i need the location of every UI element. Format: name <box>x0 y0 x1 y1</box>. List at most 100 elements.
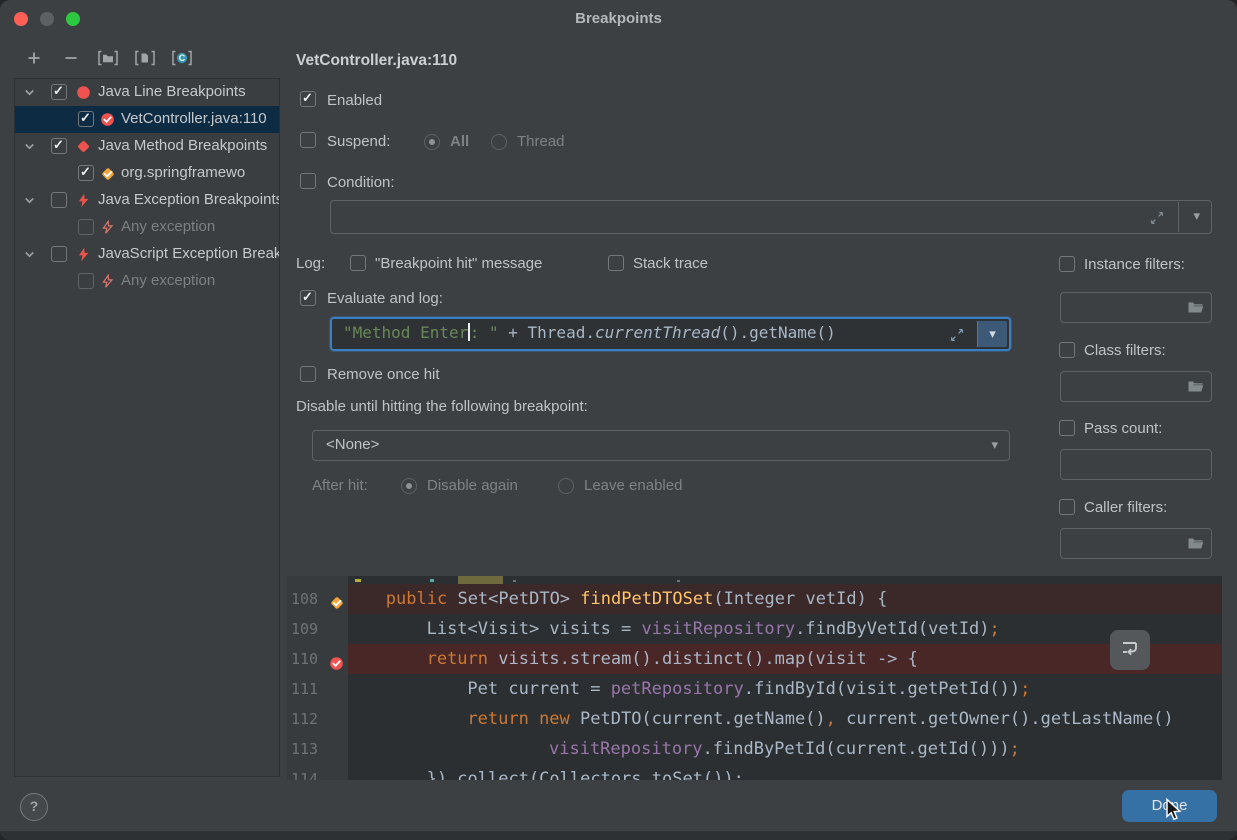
tree-item-checkbox[interactable] <box>51 138 67 154</box>
tree-item[interactable]: Any exception <box>15 268 279 295</box>
expand-editor-icon[interactable] <box>1149 210 1165 230</box>
instance-filters-label: Instance filters: <box>1084 256 1185 273</box>
after-hit-label: After hit: <box>312 477 368 494</box>
tree-item[interactable]: Java Exception Breakpoints <box>15 187 279 214</box>
suspend-thread-radio[interactable] <box>491 134 507 150</box>
class-filters-label: Class filters: <box>1084 342 1166 359</box>
enabled-checkbox[interactable] <box>300 91 316 107</box>
tree-item-label: Any exception <box>121 272 215 289</box>
code-line: 108public Set<PetDTO> findPetDTOSet(Inte… <box>287 584 1222 614</box>
breakpoints-tree[interactable]: Java Line BreakpointsVetController.java:… <box>14 78 280 777</box>
evaluate-expression-input[interactable]: "Method Enter: " + Thread.currentThread(… <box>330 317 1011 351</box>
group-by-package-button[interactable] <box>96 49 120 71</box>
stack-trace-checkbox[interactable] <box>608 255 624 271</box>
pass-count-checkbox[interactable] <box>1059 420 1075 436</box>
evaluate-history-chevron-icon[interactable]: ▾ <box>977 321 1007 347</box>
soft-wrap-button[interactable] <box>1110 630 1150 670</box>
remove-once-hit-label: Remove once hit <box>327 366 440 383</box>
tree-item[interactable]: Any exception <box>15 214 279 241</box>
condition-history-chevron-icon[interactable]: ▾ <box>1193 208 1200 224</box>
tree-item-label: org.springframewo <box>121 164 245 181</box>
method-breakpoint-icon <box>76 139 91 158</box>
disable-until-dropdown[interactable]: <None> ▾ <box>312 430 1010 461</box>
log-message-checkbox[interactable] <box>350 255 366 271</box>
tree-item-label: Java Exception Breakpoints <box>98 191 280 208</box>
exception-breakpoint-disabled-icon <box>100 274 115 293</box>
svg-text:C: C <box>179 53 186 63</box>
caller-filters-label: Caller filters: <box>1084 499 1167 516</box>
tree-item[interactable]: Java Method Breakpoints <box>15 133 279 160</box>
code-line: 110return visits.stream().distinct().map… <box>287 644 1222 674</box>
tree-item-checkbox[interactable] <box>78 165 94 181</box>
evaluate-expression: "Method Enter: " + Thread.currentThread(… <box>343 323 836 342</box>
class-filters-checkbox[interactable] <box>1059 342 1075 358</box>
instance-filters-input[interactable] <box>1060 292 1212 323</box>
remove-breakpoint-button[interactable] <box>59 49 83 71</box>
condition-input[interactable]: ▾ <box>330 200 1212 234</box>
pass-count-input[interactable] <box>1060 449 1212 480</box>
code-preview[interactable]: 108public Set<PetDTO> findPetDTOSet(Inte… <box>287 576 1222 780</box>
pass-count-label: Pass count: <box>1084 420 1162 437</box>
condition-label: Condition: <box>327 174 395 191</box>
evaluate-checkbox[interactable] <box>300 290 316 306</box>
code-text: return new PetDTO(current.getName(), cur… <box>287 704 1174 734</box>
code-line: 113visitRepository.findByPetId(current.g… <box>287 734 1222 764</box>
tree-item[interactable]: Java Line Breakpoints <box>15 79 279 106</box>
tree-item-checkbox[interactable] <box>51 192 67 208</box>
code-text: List<Visit> visits = visitRepository.fin… <box>287 614 1000 644</box>
tree-item-checkbox[interactable] <box>78 111 94 127</box>
code-line: 109List<Visit> visits = visitRepository.… <box>287 614 1222 644</box>
remove-once-hit-checkbox[interactable] <box>300 366 316 382</box>
tree-toolbar: C <box>22 48 194 72</box>
tree-item[interactable]: JavaScript Exception Breakpoints <box>15 241 279 268</box>
expander-chevron-down-icon[interactable] <box>23 86 36 103</box>
group-by-class-button[interactable]: C <box>170 49 194 71</box>
after-hit-disable-radio[interactable] <box>401 478 417 494</box>
after-hit-leave-radio[interactable] <box>558 478 574 494</box>
instance-filters-checkbox[interactable] <box>1059 256 1075 272</box>
minus-icon <box>62 49 80 71</box>
suspend-all-label: All <box>450 133 469 150</box>
after-hit-disable-label: Disable again <box>427 477 518 494</box>
suspend-all-radio[interactable] <box>424 134 440 150</box>
group-class-icon: C <box>171 49 193 71</box>
plus-icon <box>25 49 43 71</box>
caller-filters-input[interactable] <box>1060 528 1212 559</box>
suspend-label: Suspend: <box>327 133 390 150</box>
code-text: public Set<PetDTO> findPetDTOSet(Integer… <box>287 584 887 614</box>
exception-breakpoint-disabled-icon <box>100 220 115 239</box>
tree-item-checkbox[interactable] <box>78 273 94 289</box>
partial-code-line <box>287 576 1222 584</box>
suspend-thread-label: Thread <box>517 133 565 150</box>
tree-item-checkbox[interactable] <box>51 84 67 100</box>
code-line: 114}).collect(Collectors.toSet()); <box>287 764 1222 780</box>
breakpoints-dialog: Breakpoints C Java Line BreakpointsVetCo… <box>0 0 1237 840</box>
expander-chevron-down-icon[interactable] <box>23 140 36 157</box>
tree-item[interactable]: VetController.java:110 <box>15 106 279 133</box>
evaluate-label: Evaluate and log: <box>327 290 443 307</box>
expand-editor-icon[interactable] <box>949 327 965 347</box>
tree-item-checkbox[interactable] <box>78 219 94 235</box>
tree-item-checkbox[interactable] <box>51 246 67 262</box>
suspend-checkbox[interactable] <box>300 132 316 148</box>
condition-checkbox[interactable] <box>300 173 316 189</box>
browse-folder-icon[interactable] <box>1187 537 1204 554</box>
tree-item[interactable]: org.springframewo <box>15 160 279 187</box>
expander-chevron-down-icon[interactable] <box>23 248 36 265</box>
group-by-file-button[interactable] <box>133 49 157 71</box>
exception-breakpoint-icon <box>76 193 91 212</box>
expander-chevron-down-icon[interactable] <box>23 194 36 211</box>
class-filters-input[interactable] <box>1060 371 1212 402</box>
mouse-cursor <box>1160 797 1184 827</box>
browse-folder-icon[interactable] <box>1187 380 1204 397</box>
exception-breakpoint-icon <box>76 247 91 266</box>
add-breakpoint-button[interactable] <box>22 49 46 71</box>
line-breakpoint-icon <box>76 85 91 104</box>
method-breakpoint-verified-icon <box>100 166 116 186</box>
log-message-label: "Breakpoint hit" message <box>375 255 542 272</box>
help-button[interactable]: ? <box>20 793 48 821</box>
caller-filters-checkbox[interactable] <box>1059 499 1075 515</box>
browse-folder-icon[interactable] <box>1187 301 1204 318</box>
stack-trace-label: Stack trace <box>633 255 708 272</box>
soft-wrap-icon <box>1118 636 1142 664</box>
